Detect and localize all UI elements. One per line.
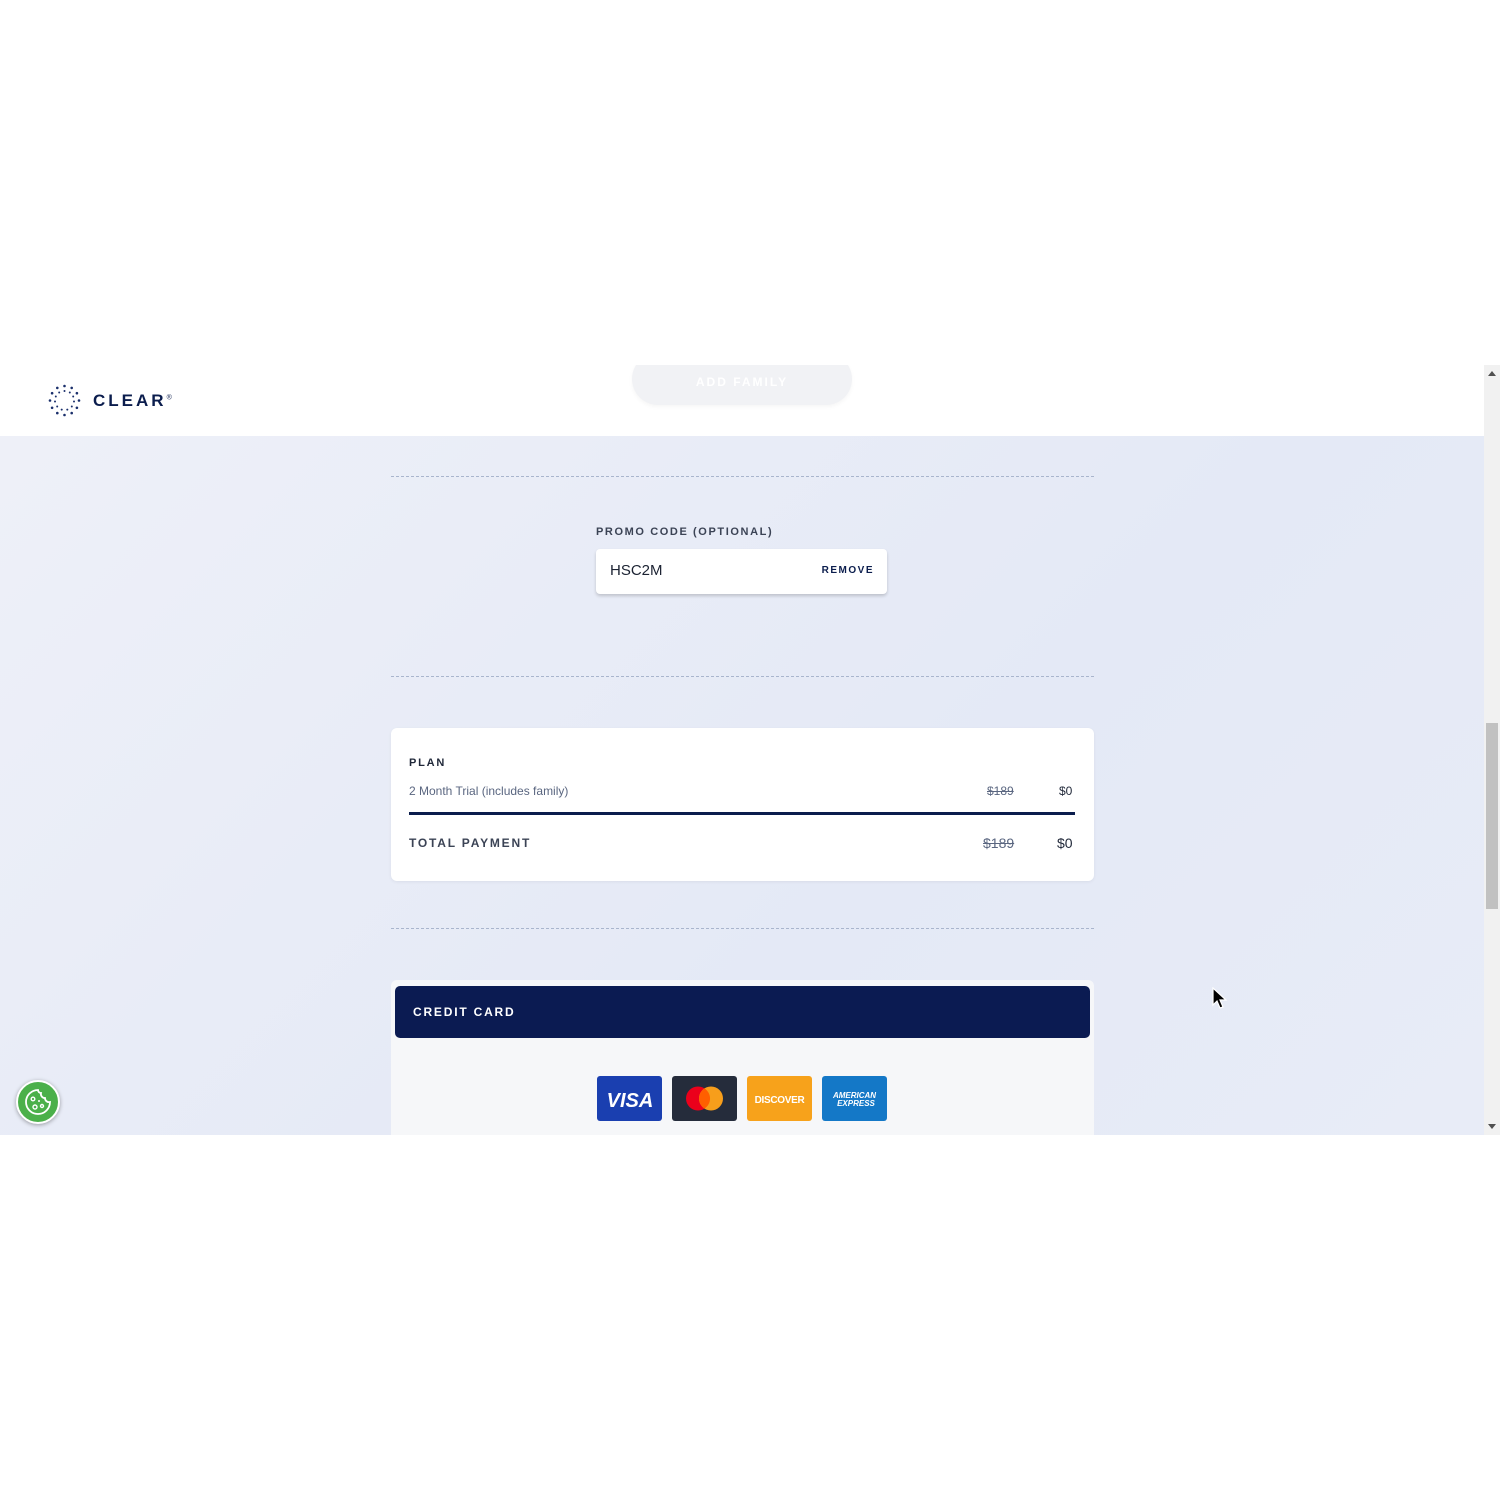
svg-text:EXPRESS: EXPRESS xyxy=(837,1099,875,1108)
scroll-down-arrow-icon[interactable] xyxy=(1488,1124,1496,1129)
credit-card-tab[interactable]: CREDIT CARD xyxy=(395,986,1090,1038)
total-discounted-price: $0 xyxy=(1057,835,1073,851)
credit-card-section: CREDIT CARD VISA DISCOVER AMERICAN EXPRE… xyxy=(391,980,1094,1135)
logo-wordmark: CLEAR® xyxy=(93,390,172,410)
promo-code-input[interactable]: HSC2M REMOVE xyxy=(596,549,887,594)
site-header: CLEAR® ADD FAMILY xyxy=(0,365,1484,436)
scrollbar-thumb[interactable] xyxy=(1486,723,1498,909)
cookie-icon xyxy=(25,1089,51,1115)
mouse-pointer-icon xyxy=(1212,987,1228,1009)
plan-summary-card: PLAN 2 Month Trial (includes family) $18… xyxy=(391,728,1094,881)
total-original-price: $189 xyxy=(983,835,1015,851)
vertical-scrollbar[interactable] xyxy=(1484,365,1500,1135)
promo-code-value[interactable]: HSC2M xyxy=(610,562,663,579)
american-express-icon: AMERICAN EXPRESS xyxy=(822,1076,887,1121)
plan-divider-bar xyxy=(409,812,1075,815)
scroll-up-arrow-icon[interactable] xyxy=(1488,371,1496,376)
remove-promo-button[interactable]: REMOVE xyxy=(822,565,874,576)
promo-code-label: PROMO CODE (OPTIONAL) xyxy=(596,526,774,538)
section-divider xyxy=(391,676,1094,677)
section-divider xyxy=(391,928,1094,929)
total-payment-label: TOTAL PAYMENT xyxy=(409,836,532,850)
discover-icon: DISCOVER xyxy=(747,1076,812,1121)
visa-icon: VISA xyxy=(597,1076,662,1121)
checkout-content: PROMO CODE (OPTIONAL) HSC2M REMOVE PLAN … xyxy=(0,436,1484,1135)
cookie-settings-button[interactable] xyxy=(16,1080,60,1124)
visa-logo-text: VISA xyxy=(607,1090,654,1112)
plan-discounted-price: $0 xyxy=(1059,784,1073,798)
plan-heading: PLAN xyxy=(409,757,447,769)
browser-viewport: CLEAR® ADD FAMILY PROMO CODE (OPTIONAL) … xyxy=(0,365,1500,1135)
discover-logo-text: DISCOVER xyxy=(755,1095,806,1106)
add-family-button[interactable]: ADD FAMILY xyxy=(632,365,852,405)
section-divider xyxy=(391,476,1094,477)
credit-card-label: CREDIT CARD xyxy=(413,1005,516,1019)
plan-original-price: $189 xyxy=(987,784,1014,798)
clear-dots-logo-icon xyxy=(48,384,81,417)
clear-logo[interactable]: CLEAR® xyxy=(48,384,172,417)
plan-name: 2 Month Trial (includes family) xyxy=(409,784,569,798)
mastercard-icon xyxy=(672,1076,737,1121)
